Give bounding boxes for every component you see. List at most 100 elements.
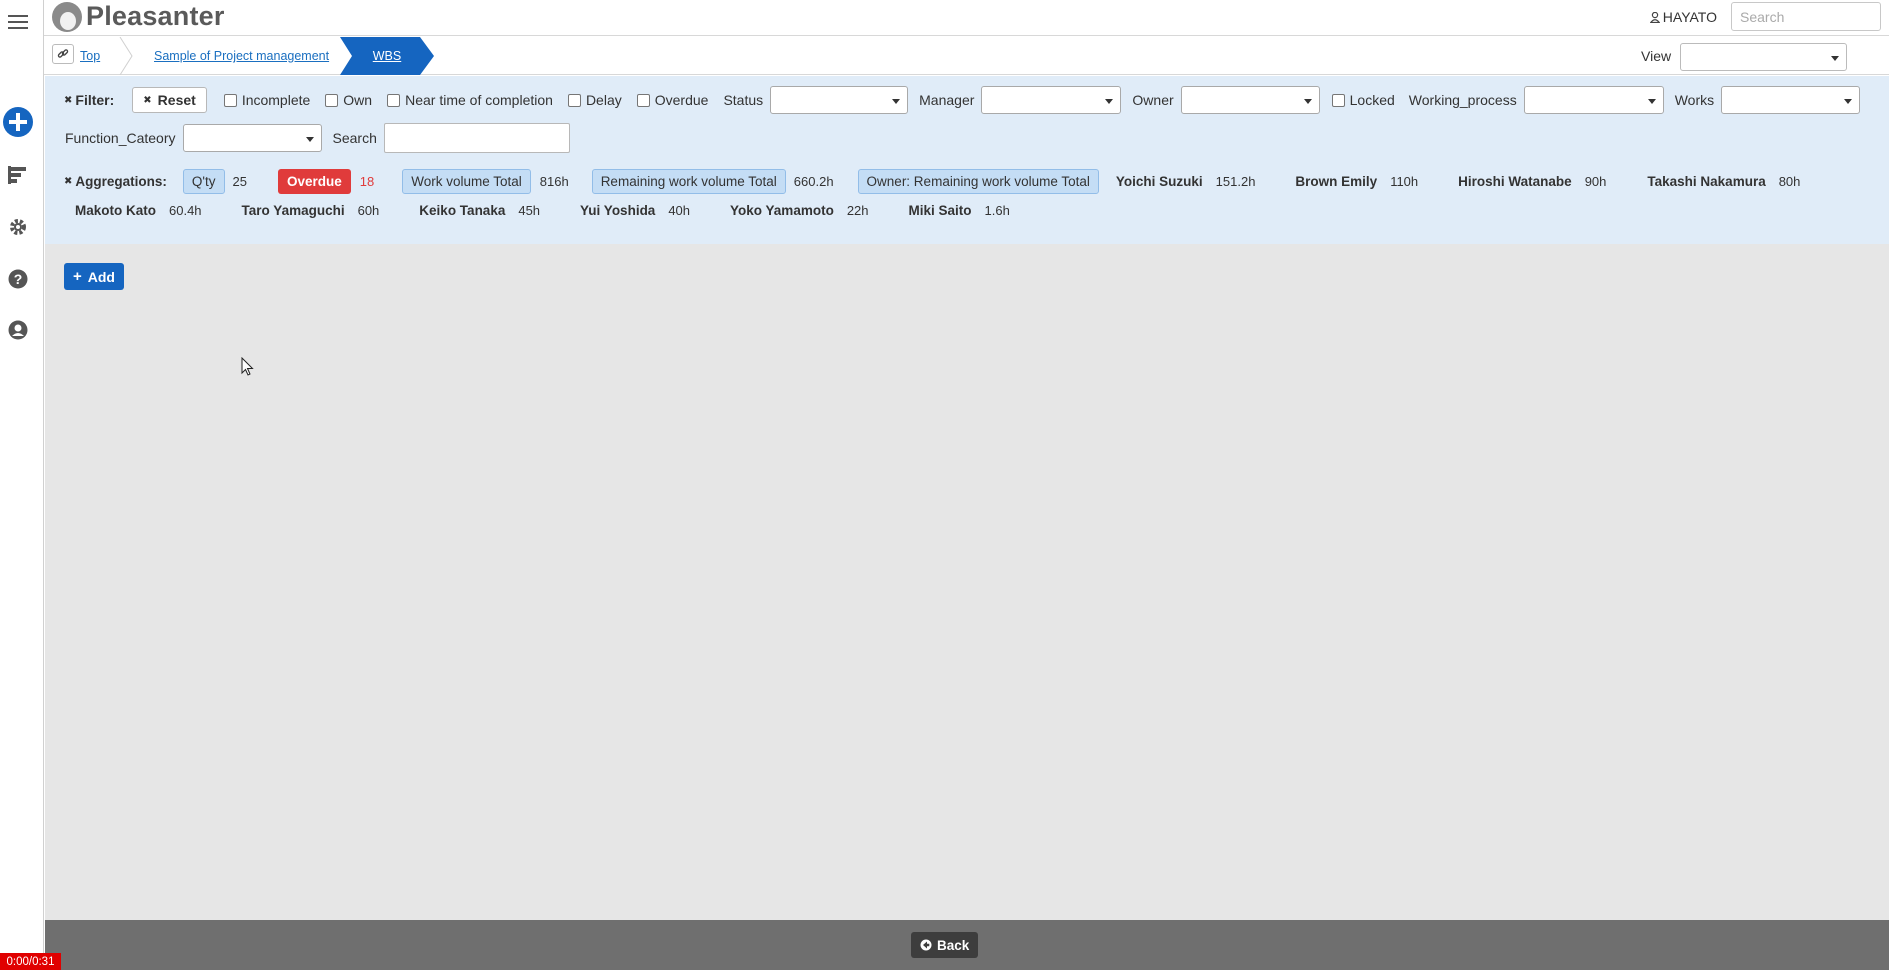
app-name: Pleasanter xyxy=(86,1,225,31)
person-value: 45h xyxy=(518,203,541,218)
remaining-tag: Remaining work volume Total xyxy=(591,169,786,194)
remaining-value: 660.2h xyxy=(793,174,834,189)
person-name: Miki Saito xyxy=(908,203,972,218)
mouse-cursor-icon xyxy=(241,357,254,376)
menu-icon[interactable] xyxy=(0,4,36,40)
overdue-label: Overdue xyxy=(286,174,342,189)
checkbox[interactable] xyxy=(387,93,401,107)
checkbox[interactable] xyxy=(1331,93,1345,107)
aggregations-collapse-icon[interactable]: ✖ xyxy=(64,176,72,187)
breadcrumb-separator xyxy=(119,37,133,75)
person-name: Hiroshi Watanabe xyxy=(1458,174,1572,189)
filter-delay[interactable]: Delay xyxy=(567,92,622,108)
reset-button-label: Reset xyxy=(157,92,196,108)
user-menu[interactable]: HAYATO xyxy=(1649,9,1717,25)
person-name: Takashi Nakamura xyxy=(1647,174,1766,189)
person-value: 60.4h xyxy=(169,203,202,218)
checkbox[interactable] xyxy=(636,93,650,107)
app-logo[interactable]: Pleasanter xyxy=(52,1,225,32)
checkbox[interactable] xyxy=(223,93,237,107)
owner-label: Owner xyxy=(1132,92,1174,108)
checkbox[interactable] xyxy=(325,93,339,107)
filter-locked[interactable]: Locked xyxy=(1331,92,1395,108)
main-content: + Add xyxy=(45,244,1889,920)
views-gantt-icon[interactable] xyxy=(0,157,36,193)
help-icon[interactable]: ? xyxy=(0,261,36,297)
filter-label: Filter: xyxy=(75,92,115,108)
status-select[interactable] xyxy=(770,86,909,114)
footer-bar: Back xyxy=(45,920,1889,970)
filter-incomplete[interactable]: Incomplete xyxy=(223,92,311,108)
person-value: 60h xyxy=(357,203,380,218)
back-button[interactable]: Back xyxy=(911,932,979,958)
gear-icon[interactable] xyxy=(0,209,36,245)
person-name: Taro Yamaguchi xyxy=(241,203,345,218)
qty-tag: Q'ty xyxy=(182,169,225,194)
search-label: Search xyxy=(332,130,377,146)
qty-label: Q'ty xyxy=(191,174,216,189)
person-name: Yui Yoshida xyxy=(580,203,656,218)
breadcrumb-current-label: WBS xyxy=(372,49,402,63)
overdue-value: 18 xyxy=(359,174,375,189)
person-name: Keiko Tanaka xyxy=(419,203,506,218)
new-item-plus-icon[interactable] xyxy=(0,104,36,140)
filter-collapse-icon[interactable]: ✖ xyxy=(64,95,72,106)
back-button-label: Back xyxy=(937,937,970,953)
remaining-label: Remaining work volume Total xyxy=(600,174,777,189)
person-value: 80h xyxy=(1778,174,1801,189)
link-icon[interactable] xyxy=(52,44,74,64)
user-account-icon[interactable] xyxy=(0,312,36,348)
person-value: 1.6h xyxy=(984,203,1010,218)
recording-timer: 0:00/0:31 xyxy=(0,953,61,970)
function-category-select[interactable] xyxy=(182,124,322,152)
checkbox-label: Near time of completion xyxy=(405,92,553,108)
person-value: 90h xyxy=(1584,174,1607,189)
filter-search-input[interactable] xyxy=(383,123,570,153)
svg-text:?: ? xyxy=(14,271,23,287)
working-process-select[interactable] xyxy=(1523,86,1664,114)
breadcrumb-current[interactable]: WBS xyxy=(341,37,433,75)
manager-select[interactable] xyxy=(981,86,1122,114)
person-value: 151.2h xyxy=(1215,174,1256,189)
works-select[interactable] xyxy=(1721,86,1861,114)
back-arrow-icon xyxy=(920,939,932,951)
works-label: Works xyxy=(1674,92,1715,108)
overdue-tag: Overdue xyxy=(277,169,351,194)
working-process-label: Working_process xyxy=(1408,92,1517,108)
reset-button[interactable]: ✖ Reset xyxy=(132,87,207,113)
view-label: View xyxy=(1641,48,1672,64)
function-category-label: Function_Cateory xyxy=(65,130,176,146)
filter-panel: ✖ Filter: ✖ Reset Incomplete Own Near ti… xyxy=(45,76,1889,244)
filter-near-completion[interactable]: Near time of completion xyxy=(387,92,553,108)
person-name: Yoichi Suzuki xyxy=(1115,174,1203,189)
breadcrumb-top[interactable]: Top xyxy=(80,37,100,75)
checkbox-label: Delay xyxy=(585,92,622,108)
aggregations-label: Aggregations: xyxy=(75,174,167,189)
checkbox-label: Incomplete xyxy=(241,92,311,108)
work-volume-value: 816h xyxy=(539,174,569,189)
filter-overdue[interactable]: Overdue xyxy=(636,92,709,108)
breadcrumb-site[interactable]: Sample of Project management xyxy=(154,37,329,75)
logo-bird-icon xyxy=(52,1,82,32)
person-name: Brown Emily xyxy=(1295,174,1378,189)
filter-own[interactable]: Own xyxy=(325,92,372,108)
checkbox-label: Locked xyxy=(1349,92,1395,108)
status-label: Status xyxy=(723,92,764,108)
qty-value: 25 xyxy=(232,174,247,189)
left-rail: ? xyxy=(0,0,44,970)
checkbox[interactable] xyxy=(567,93,581,107)
add-button-label: Add xyxy=(87,268,115,285)
owner-remaining-tag: Owner: Remaining work volume Total xyxy=(857,169,1099,194)
owner-select[interactable] xyxy=(1180,86,1320,114)
checkbox-label: Overdue xyxy=(654,92,709,108)
user-name: HAYATO xyxy=(1662,9,1717,25)
view-select[interactable] xyxy=(1680,43,1847,71)
person-name: Yoko Yamamoto xyxy=(730,203,834,218)
person-name: Makoto Kato xyxy=(75,203,156,218)
reset-icon: ✖ xyxy=(143,94,152,106)
add-button[interactable]: + Add xyxy=(64,263,124,290)
owner-remaining-label: Owner: Remaining work volume Total xyxy=(866,174,1090,189)
header-search-input[interactable] xyxy=(1731,2,1881,31)
checkbox-label: Own xyxy=(343,92,373,108)
person-value: 40h xyxy=(668,203,691,218)
